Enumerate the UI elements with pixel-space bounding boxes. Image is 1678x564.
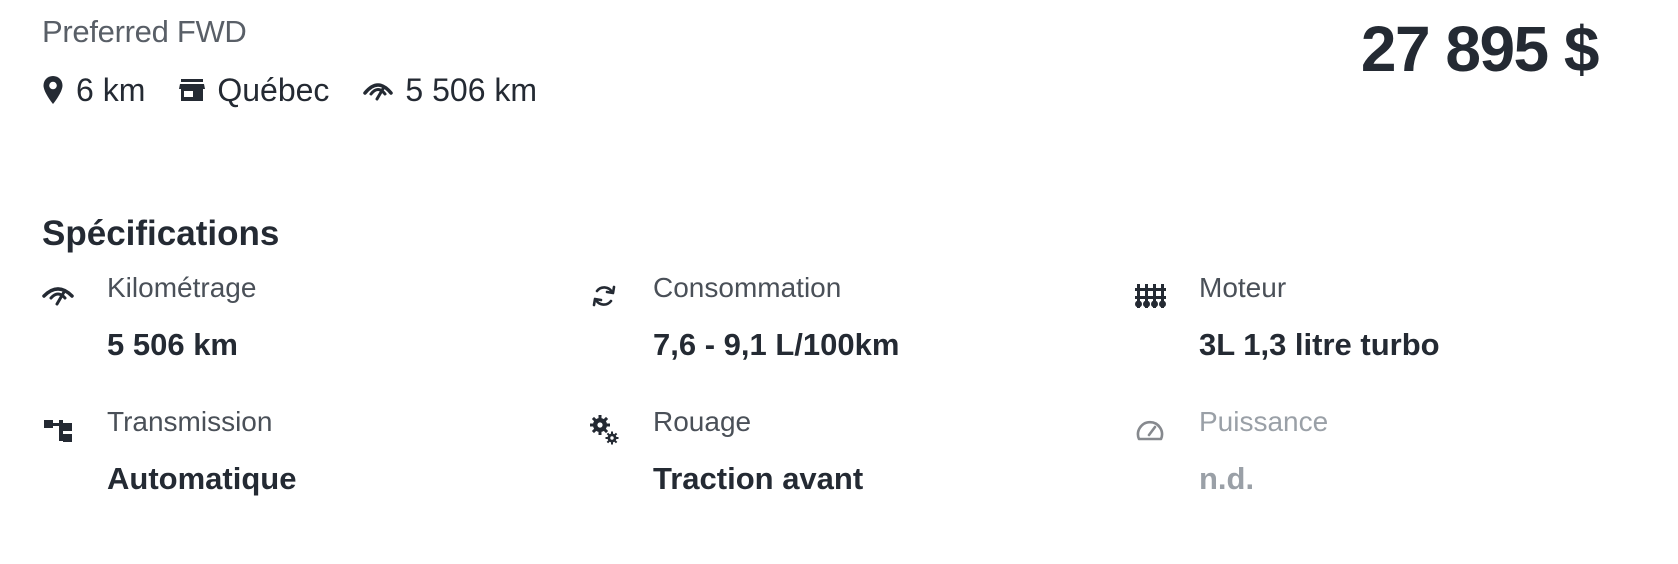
listing-meta: 6 km Québec 5 506 km [42, 70, 571, 110]
spec-label: Moteur [1199, 272, 1287, 303]
spec-label: Consommation [653, 272, 842, 303]
spec-moteur: Moteur 3L 1,3 litre turbo [1134, 272, 1634, 392]
spec-value: Automatique [107, 461, 297, 496]
spec-value: Traction avant [653, 461, 864, 496]
gears-icon [590, 415, 619, 445]
spec-value: n.d. [1199, 461, 1255, 496]
distance-text: 6 km [76, 71, 146, 108]
spec-value: 3L 1,3 litre turbo [1199, 327, 1440, 362]
city-text: Québec [217, 71, 330, 108]
spec-label: Rouage [653, 406, 752, 437]
odometer-icon [42, 287, 74, 306]
spec-value: 5 506 km [107, 327, 238, 362]
spec-label: Transmission [107, 406, 273, 437]
engine-cylinders-icon [1135, 284, 1166, 308]
price: 27 895 $ [1360, 13, 1600, 85]
spec-rouage: Rouage Traction avant [588, 406, 1088, 526]
city-item: Québec [179, 72, 329, 109]
spec-label: Puissance [1199, 406, 1329, 437]
spec-puissance: Puissance n.d. [1134, 406, 1634, 526]
distance-item: 6 km [42, 72, 145, 109]
refresh-cycle-icon [592, 285, 616, 307]
spec-transmission: Transmission Automatique [42, 406, 542, 526]
mileage-text: 5 506 km [405, 71, 538, 108]
spec-kilometrage: Kilométrage 5 506 km [42, 272, 542, 392]
store-icon [179, 79, 206, 101]
odometer-icon [363, 83, 394, 101]
spec-label: Kilométrage [107, 272, 257, 303]
spec-value: 7,6 - 9,1 L/100km [653, 327, 900, 362]
listing-subtitle: Preferred FWD [42, 14, 247, 49]
mileage-item: 5 506 km [363, 72, 537, 109]
spec-consommation: Consommation 7,6 - 9,1 L/100km [588, 272, 1088, 392]
specifications-title: Spécifications [42, 214, 280, 253]
transmission-icon [44, 420, 72, 442]
location-pin-icon [43, 76, 63, 104]
gauge-icon [1136, 420, 1164, 441]
